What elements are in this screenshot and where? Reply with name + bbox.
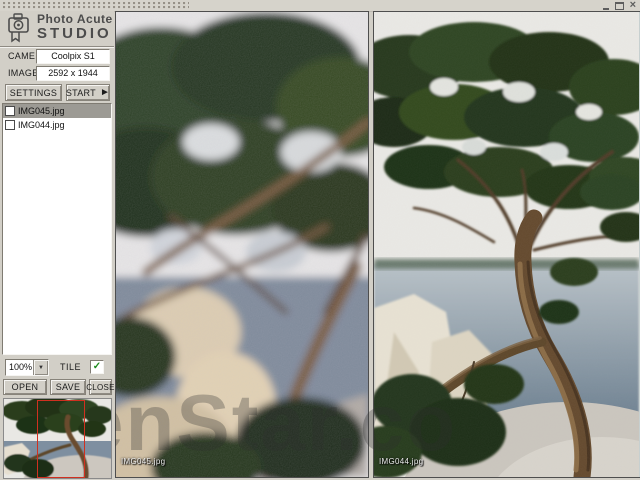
image-filename-label: IMG044.jpg bbox=[379, 457, 424, 466]
navigator-thumbnail[interactable] bbox=[3, 398, 112, 479]
save-button[interactable]: SAVE bbox=[50, 379, 86, 395]
file-list[interactable]: IMG045.jpg IMG044.jpg bbox=[2, 103, 112, 355]
sidebar: Photo Acute STUDIO CAMERA Coolpix S1 IMA… bbox=[0, 11, 115, 480]
zoom-select[interactable]: 100% ▼ bbox=[5, 359, 49, 376]
settings-button[interactable]: SETTINGS bbox=[5, 84, 62, 101]
close-icon[interactable]: × bbox=[630, 0, 636, 11]
minimize-icon[interactable] bbox=[602, 1, 609, 10]
file-name: IMG044.jpg bbox=[18, 120, 65, 130]
camera-logo-icon bbox=[6, 13, 32, 44]
preview-panel-right[interactable]: IMG044.jpg bbox=[373, 11, 640, 478]
file-list-item[interactable]: IMG045.jpg bbox=[3, 104, 111, 118]
zoom-value: 100% bbox=[9, 362, 33, 372]
chevron-down-icon[interactable]: ▼ bbox=[33, 360, 48, 375]
start-arrow-icon: ► bbox=[99, 87, 111, 98]
separator bbox=[0, 46, 114, 48]
file-checkbox[interactable] bbox=[5, 106, 15, 116]
preview-image-right bbox=[374, 12, 639, 477]
navigator-selection-rect[interactable] bbox=[37, 400, 85, 478]
preview-panel-left[interactable]: IMG045.jpg bbox=[115, 11, 369, 478]
image-label: IMAGE bbox=[8, 68, 39, 78]
tile-checkbox[interactable]: ✓ bbox=[90, 360, 104, 374]
open-button[interactable]: OPEN bbox=[3, 379, 47, 395]
image-filename-label: IMG045.jpg bbox=[121, 457, 166, 466]
app-logo: Photo Acute STUDIO bbox=[6, 13, 113, 44]
app-window: × Photo Acute STUDIO CAMERA Coolpix S1 I… bbox=[0, 0, 640, 480]
restore-icon[interactable] bbox=[614, 1, 624, 10]
start-button[interactable]: START ► bbox=[66, 84, 110, 101]
file-checkbox[interactable] bbox=[5, 120, 15, 130]
brand-line2: STUDIO bbox=[37, 25, 112, 42]
toolbar-grip-texture bbox=[3, 2, 189, 10]
tile-label: TILE bbox=[60, 362, 82, 372]
file-list-item[interactable]: IMG044.jpg bbox=[3, 118, 111, 132]
camera-field[interactable]: Coolpix S1 bbox=[36, 49, 110, 64]
close-button[interactable]: CLOSE bbox=[86, 379, 115, 395]
file-name: IMG045.jpg bbox=[18, 106, 65, 116]
image-size-field[interactable]: 2592 x 1944 bbox=[36, 66, 110, 81]
preview-image-left bbox=[116, 12, 368, 477]
